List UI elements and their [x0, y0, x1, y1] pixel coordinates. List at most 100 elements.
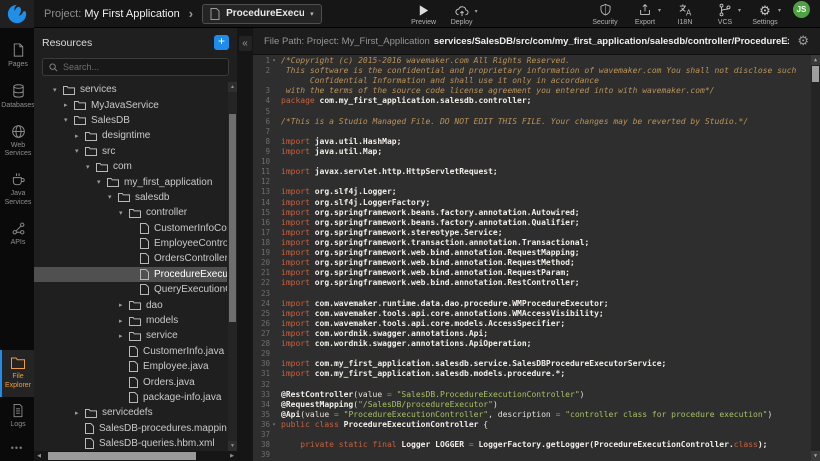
tree-item-salesdb-procedures-mappings-json[interactable]: SalesDB-procedures.mappings.json	[34, 421, 227, 436]
tree-item-orders-java[interactable]: Orders.java	[34, 374, 227, 389]
deploy-button[interactable]: Deploy ▾	[446, 2, 478, 26]
chevron-down-icon[interactable]: ▾	[108, 193, 118, 201]
tree-item-designtime[interactable]: ▸designtime	[34, 128, 227, 143]
add-resource-button[interactable]: +	[214, 35, 229, 50]
sidebar-overflow-button[interactable]: •••	[0, 437, 34, 461]
chevron-down-icon[interactable]: ▾	[86, 163, 96, 171]
scroll-up-icon[interactable]: ▲	[811, 55, 820, 65]
tree-vertical-scrollbar[interactable]: ▲ ▼	[228, 82, 237, 451]
tree-item-salesdb-queries-hbm-xml[interactable]: SalesDB-queries.hbm.xml	[34, 436, 227, 451]
tree-item-employee-java[interactable]: Employee.java	[34, 359, 227, 374]
i18n-button[interactable]: A I18N	[669, 1, 701, 26]
code-line[interactable]: 18import org.springframework.transaction…	[253, 238, 820, 248]
search-input[interactable]	[63, 62, 222, 72]
sidebar-item-apis[interactable]: APIs	[0, 215, 34, 255]
code-line[interactable]: 7	[253, 127, 820, 137]
tree-item-src[interactable]: ▾src	[34, 144, 227, 159]
tree-item-models[interactable]: ▸models	[34, 313, 227, 328]
tree-item-com[interactable]: ▾com	[34, 159, 227, 174]
security-button[interactable]: Security	[589, 1, 621, 26]
sidebar-item-java-services[interactable]: Java Services	[0, 166, 34, 215]
code-line[interactable]: 21import org.springframework.web.bind.an…	[253, 268, 820, 278]
sidebar-item-pages[interactable]: Pages	[0, 36, 34, 77]
tree-item-orderscontroller-java[interactable]: OrdersController.java	[34, 251, 227, 266]
tree-item-controller[interactable]: ▾controller	[34, 205, 227, 220]
code-line[interactable]: 19import org.springframework.web.bind.an…	[253, 248, 820, 258]
tree-item-customerinfocontroller-java[interactable]: CustomerInfoController.java	[34, 221, 227, 236]
editor-settings-gear-icon[interactable]: ⚙	[797, 33, 809, 49]
code-line[interactable]: 12	[253, 177, 820, 187]
scroll-down-icon[interactable]: ▼	[811, 451, 820, 461]
fold-marker-icon[interactable]: ▾	[270, 420, 278, 430]
tree-item-dao[interactable]: ▸dao	[34, 297, 227, 312]
chevron-right-icon[interactable]: ▸	[75, 409, 85, 417]
chevron-down-icon[interactable]: ▾	[97, 178, 107, 186]
code-line[interactable]: 33@RestController(value = "SalesDB.Proce…	[253, 390, 820, 400]
code-line[interactable]: 15import org.springframework.beans.facto…	[253, 208, 820, 218]
code-line[interactable]: 26import com.wavemaker.tools.api.core.mo…	[253, 319, 820, 329]
code-line[interactable]: 4package com.my_first_application.salesd…	[253, 96, 820, 106]
sidebar-item-web-services[interactable]: Web Services	[0, 118, 34, 167]
scroll-down-icon[interactable]: ▼	[228, 441, 237, 451]
code-line[interactable]: Confidential Information and shall use i…	[253, 76, 820, 86]
code-line[interactable]: 32	[253, 380, 820, 390]
sidebar-item-databases[interactable]: Databases	[0, 77, 34, 118]
code-line[interactable]: 16import org.springframework.beans.facto…	[253, 218, 820, 228]
code-line[interactable]: 10	[253, 157, 820, 167]
tree-item-services[interactable]: ▾services	[34, 82, 227, 97]
code-line[interactable]: 35@Api(value = "ProcedureExecutionContro…	[253, 410, 820, 420]
user-avatar[interactable]: JS	[793, 1, 810, 18]
tree-item-servicedefs[interactable]: ▸servicedefs	[34, 405, 227, 420]
code-editor[interactable]: 1▾/*Copyright (c) 2015-2016 wavemaker.co…	[253, 55, 820, 461]
code-line[interactable]: 17import org.springframework.stereotype.…	[253, 228, 820, 238]
code-line[interactable]: 13import org.slf4j.Logger;	[253, 187, 820, 197]
tree-item-myjavaservice[interactable]: ▸MyJavaService	[34, 97, 227, 112]
tree-item-my-first-application[interactable]: ▾my_first_application	[34, 174, 227, 189]
sidebar-item-file-explorer[interactable]: File Explorer	[0, 350, 34, 398]
editor-vertical-scrollbar[interactable]: ▲ ▼	[811, 55, 820, 461]
code-line[interactable]: 29	[253, 349, 820, 359]
tree-item-employeecontroller-java[interactable]: EmployeeController.java	[34, 236, 227, 251]
code-line[interactable]: 31import com.my_first_application.salesd…	[253, 369, 820, 379]
code-line[interactable]: 20import org.springframework.web.bind.an…	[253, 258, 820, 268]
collapse-panel-button[interactable]: «	[239, 36, 252, 51]
code-line[interactable]: 8import java.util.HashMap;	[253, 137, 820, 147]
search-box[interactable]	[42, 58, 229, 76]
export-button[interactable]: Export ▾	[629, 1, 661, 26]
code-line[interactable]: 24import com.wavemaker.runtime.data.dao.…	[253, 299, 820, 309]
scrollbar-thumb[interactable]	[812, 66, 819, 82]
tree-item-package-info-java[interactable]: package-info.java	[34, 390, 227, 405]
chevron-down-icon[interactable]: ▾	[64, 116, 74, 124]
tree-item-queryexecutioncontroller-java[interactable]: QueryExecutionController.java	[34, 282, 227, 297]
code-line[interactable]: 34@RequestMapping("/SalesDB/procedureExe…	[253, 400, 820, 410]
code-line[interactable]: 11import javax.servlet.http.HttpServletR…	[253, 167, 820, 177]
preview-button[interactable]: Preview	[408, 2, 440, 26]
chevron-right-icon[interactable]: ▸	[119, 332, 129, 340]
chevron-right-icon[interactable]: ▸	[75, 132, 85, 140]
code-line[interactable]: 28import com.wordnik.swagger.annotations…	[253, 339, 820, 349]
tree-horizontal-scrollbar[interactable]: ◀ ▶	[34, 451, 237, 461]
code-line[interactable]: 23	[253, 289, 820, 299]
code-line[interactable]: 5	[253, 107, 820, 117]
chevron-right-icon[interactable]: ▸	[119, 317, 129, 325]
settings-button[interactable]: ⚙ Settings ▾	[749, 1, 781, 26]
scrollbar-thumb[interactable]	[229, 114, 236, 322]
wavemaker-logo[interactable]	[0, 0, 34, 28]
code-line[interactable]: 6/*This is a Studio Managed File. DO NOT…	[253, 117, 820, 127]
chevron-down-icon[interactable]: ▾	[53, 86, 63, 94]
code-line[interactable]: 22import org.springframework.web.bind.an…	[253, 278, 820, 288]
sidebar-item-logs[interactable]: Logs	[0, 397, 34, 437]
code-line[interactable]: 30import com.my_first_application.salesd…	[253, 359, 820, 369]
scrollbar-thumb[interactable]	[48, 452, 196, 460]
code-line[interactable]: 1▾/*Copyright (c) 2015-2016 wavemaker.co…	[253, 56, 820, 66]
scroll-up-icon[interactable]: ▲	[228, 82, 237, 92]
code-line[interactable]: 37	[253, 430, 820, 440]
code-line[interactable]: 9import java.util.Map;	[253, 147, 820, 157]
panel-splitter[interactable]: «	[237, 28, 253, 461]
tree-item-salesdb[interactable]: ▾salesdb	[34, 190, 227, 205]
code-line[interactable]: 14import org.slf4j.LoggerFactory;	[253, 198, 820, 208]
scroll-left-icon[interactable]: ◀	[34, 451, 44, 461]
tree-item-salesdb[interactable]: ▾SalesDB	[34, 113, 227, 128]
tree-item-customerinfo-java[interactable]: CustomerInfo.java	[34, 344, 227, 359]
vcs-button[interactable]: VCS ▾	[709, 1, 741, 26]
